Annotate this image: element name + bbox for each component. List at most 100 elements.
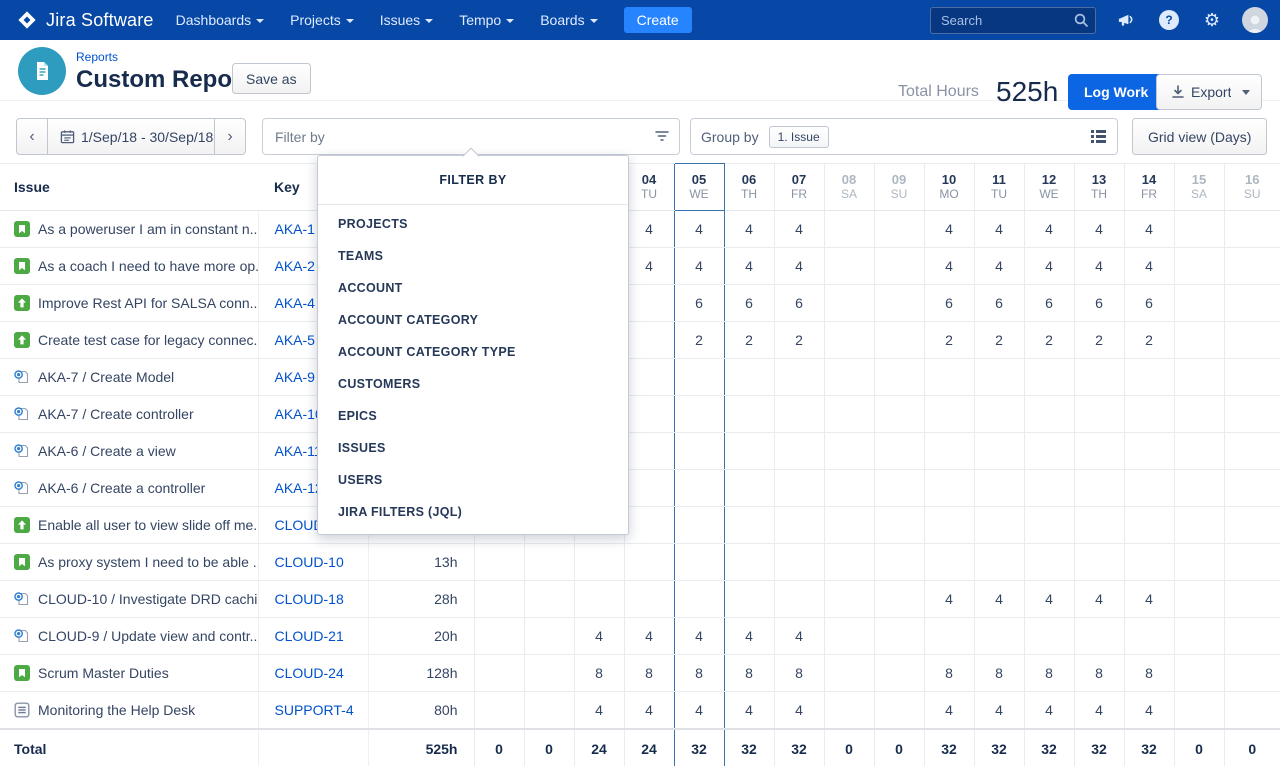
worklog-cell[interactable] bbox=[824, 396, 874, 433]
worklog-cell[interactable] bbox=[774, 507, 824, 544]
worklog-cell[interactable] bbox=[1074, 396, 1124, 433]
worklog-cell[interactable]: 4 bbox=[674, 211, 724, 248]
worklog-cell[interactable]: 4 bbox=[924, 692, 974, 729]
worklog-cell[interactable] bbox=[774, 396, 824, 433]
worklog-cell[interactable]: 4 bbox=[574, 692, 624, 729]
worklog-cell[interactable] bbox=[874, 359, 924, 396]
worklog-cell[interactable]: 4 bbox=[974, 692, 1024, 729]
worklog-cell[interactable] bbox=[824, 581, 874, 618]
issue-key-link[interactable]: SUPPORT-4 bbox=[275, 702, 354, 718]
worklog-cell[interactable]: 4 bbox=[624, 248, 674, 285]
settings-button[interactable]: ⚙ bbox=[1199, 7, 1225, 33]
worklog-cell[interactable] bbox=[674, 396, 724, 433]
worklog-cell[interactable] bbox=[924, 618, 974, 655]
save-as-button[interactable]: Save as bbox=[232, 63, 311, 94]
worklog-cell[interactable]: 8 bbox=[1124, 655, 1174, 692]
worklog-cell[interactable] bbox=[874, 396, 924, 433]
worklog-cell[interactable] bbox=[1074, 507, 1124, 544]
worklog-cell[interactable] bbox=[1024, 618, 1074, 655]
worklog-cell[interactable]: 4 bbox=[974, 248, 1024, 285]
worklog-cell[interactable] bbox=[824, 433, 874, 470]
worklog-cell[interactable] bbox=[724, 396, 774, 433]
worklog-cell[interactable] bbox=[1224, 655, 1280, 692]
worklog-cell[interactable]: 8 bbox=[974, 655, 1024, 692]
worklog-cell[interactable] bbox=[674, 433, 724, 470]
worklog-cell[interactable] bbox=[1224, 581, 1280, 618]
issue-key-link[interactable]: CLOUD-10 bbox=[275, 554, 344, 570]
announcements-button[interactable] bbox=[1113, 7, 1139, 33]
worklog-cell[interactable] bbox=[474, 692, 524, 729]
worklog-cell[interactable] bbox=[824, 618, 874, 655]
worklog-cell[interactable]: 4 bbox=[1124, 211, 1174, 248]
worklog-cell[interactable] bbox=[824, 359, 874, 396]
search-input[interactable] bbox=[930, 7, 1096, 34]
worklog-cell[interactable] bbox=[824, 470, 874, 507]
filter-menu-item-account-category[interactable]: ACCOUNT CATEGORY bbox=[318, 304, 628, 336]
worklog-cell[interactable] bbox=[624, 470, 674, 507]
worklog-cell[interactable]: 4 bbox=[1074, 692, 1124, 729]
breadcrumb-reports[interactable]: Reports bbox=[76, 50, 118, 64]
issue-key-link[interactable]: CLOUD-24 bbox=[275, 665, 344, 681]
worklog-cell[interactable]: 4 bbox=[1124, 692, 1174, 729]
worklog-cell[interactable] bbox=[874, 655, 924, 692]
worklog-cell[interactable] bbox=[1174, 285, 1224, 322]
worklog-cell[interactable]: 4 bbox=[1024, 692, 1074, 729]
issue-key-link[interactable]: AKA-2 bbox=[275, 258, 315, 274]
worklog-cell[interactable] bbox=[1174, 248, 1224, 285]
worklog-cell[interactable]: 4 bbox=[624, 618, 674, 655]
worklog-cell[interactable] bbox=[824, 692, 874, 729]
worklog-cell[interactable]: 2 bbox=[974, 322, 1024, 359]
worklog-cell[interactable] bbox=[1224, 692, 1280, 729]
worklog-cell[interactable] bbox=[524, 544, 574, 581]
worklog-cell[interactable]: 4 bbox=[624, 211, 674, 248]
worklog-cell[interactable]: 4 bbox=[1074, 581, 1124, 618]
worklog-cell[interactable] bbox=[674, 581, 724, 618]
worklog-cell[interactable] bbox=[724, 581, 774, 618]
worklog-cell[interactable] bbox=[1174, 544, 1224, 581]
worklog-cell[interactable] bbox=[774, 470, 824, 507]
worklog-cell[interactable] bbox=[724, 544, 774, 581]
worklog-cell[interactable] bbox=[524, 655, 574, 692]
worklog-cell[interactable] bbox=[1074, 470, 1124, 507]
group-by-chip[interactable]: 1. Issue bbox=[769, 126, 829, 148]
worklog-cell[interactable] bbox=[1174, 322, 1224, 359]
worklog-cell[interactable]: 4 bbox=[774, 248, 824, 285]
worklog-cell[interactable]: 6 bbox=[674, 285, 724, 322]
worklog-cell[interactable] bbox=[674, 470, 724, 507]
issue-key-link[interactable]: AKA-12 bbox=[275, 480, 323, 496]
worklog-cell[interactable]: 6 bbox=[724, 285, 774, 322]
worklog-cell[interactable] bbox=[1124, 433, 1174, 470]
worklog-cell[interactable] bbox=[974, 618, 1024, 655]
worklog-cell[interactable] bbox=[1124, 544, 1174, 581]
worklog-cell[interactable] bbox=[774, 544, 824, 581]
filter-menu-item-account-category-type[interactable]: ACCOUNT CATEGORY TYPE bbox=[318, 336, 628, 368]
filter-menu-item-customers[interactable]: CUSTOMERS bbox=[318, 368, 628, 400]
worklog-cell[interactable]: 4 bbox=[1074, 248, 1124, 285]
worklog-cell[interactable] bbox=[574, 544, 624, 581]
worklog-cell[interactable] bbox=[974, 396, 1024, 433]
worklog-cell[interactable] bbox=[1174, 359, 1224, 396]
worklog-cell[interactable]: 4 bbox=[1074, 211, 1124, 248]
worklog-cell[interactable]: 6 bbox=[974, 285, 1024, 322]
worklog-cell[interactable] bbox=[1124, 507, 1174, 544]
worklog-cell[interactable] bbox=[1124, 470, 1174, 507]
worklog-cell[interactable]: 4 bbox=[674, 618, 724, 655]
worklog-cell[interactable]: 2 bbox=[674, 322, 724, 359]
worklog-cell[interactable]: 2 bbox=[1124, 322, 1174, 359]
worklog-cell[interactable] bbox=[874, 285, 924, 322]
worklog-cell[interactable] bbox=[1224, 433, 1280, 470]
worklog-cell[interactable] bbox=[724, 507, 774, 544]
issue-key-link[interactable]: AKA-11 bbox=[275, 443, 322, 459]
worklog-cell[interactable] bbox=[474, 618, 524, 655]
worklog-cell[interactable] bbox=[624, 507, 674, 544]
worklog-cell[interactable]: 4 bbox=[1024, 211, 1074, 248]
worklog-cell[interactable] bbox=[1074, 618, 1124, 655]
create-button[interactable]: Create bbox=[624, 7, 692, 33]
issue-key-link[interactable]: AKA-9 bbox=[275, 369, 315, 385]
worklog-cell[interactable] bbox=[824, 322, 874, 359]
worklog-cell[interactable] bbox=[1224, 285, 1280, 322]
issue-key-link[interactable]: AKA-10 bbox=[275, 406, 323, 422]
worklog-cell[interactable] bbox=[974, 359, 1024, 396]
worklog-cell[interactable] bbox=[924, 544, 974, 581]
worklog-cell[interactable]: 8 bbox=[574, 655, 624, 692]
